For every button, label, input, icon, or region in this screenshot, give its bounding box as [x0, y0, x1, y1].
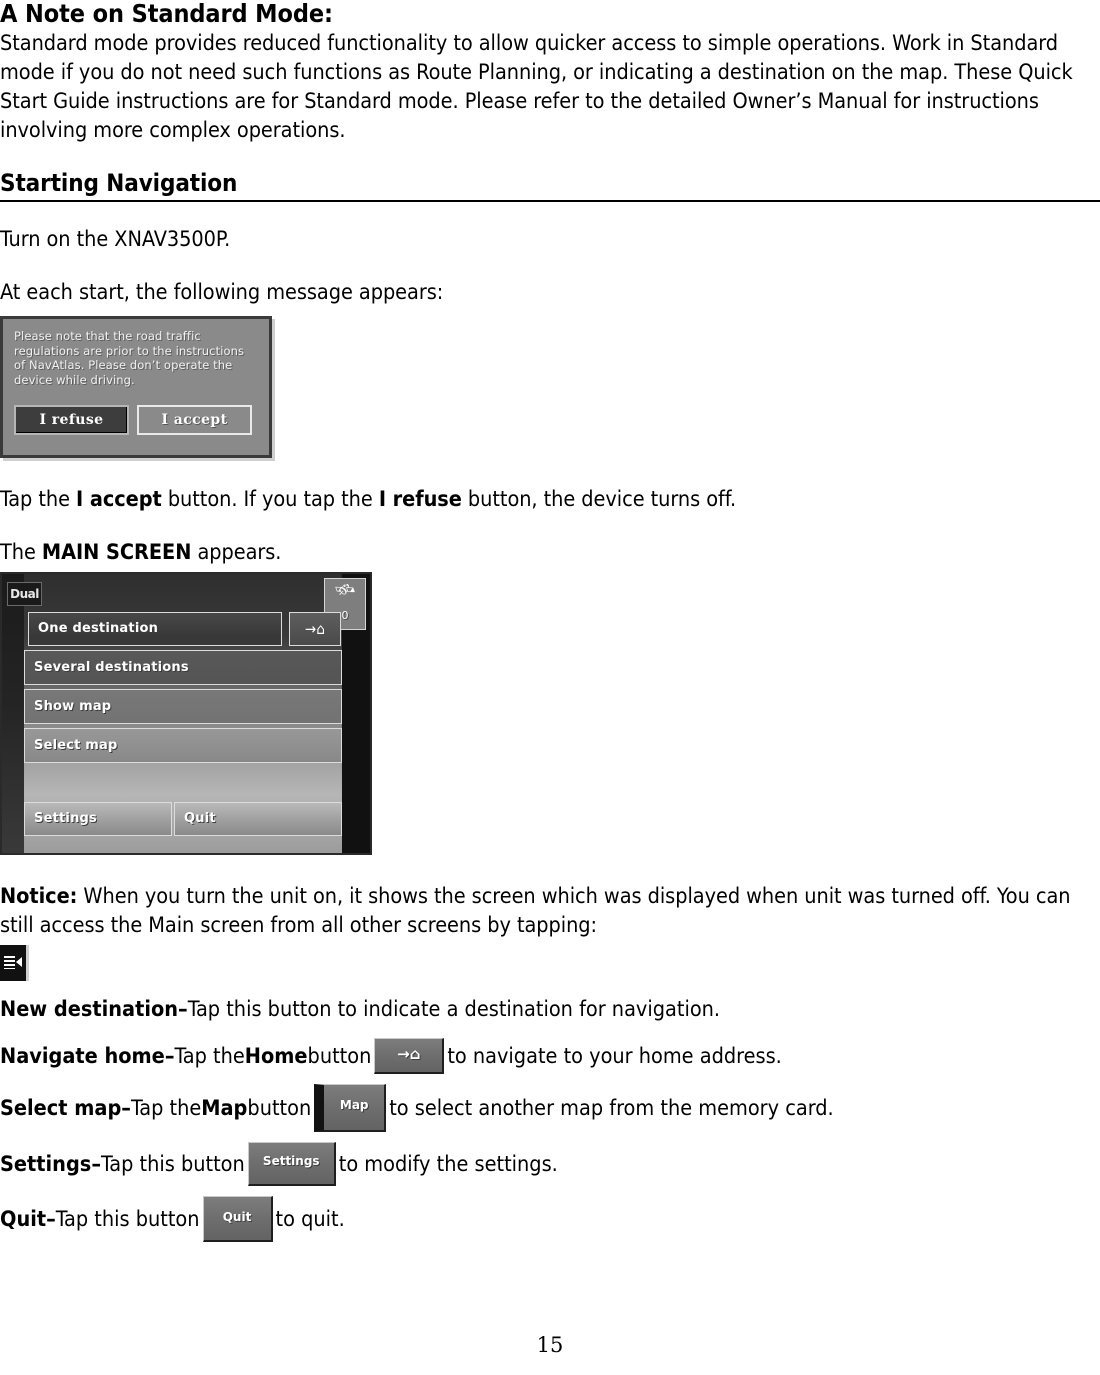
term-quit: Quit: [0, 1206, 47, 1232]
menu-item-one-destination[interactable]: One destination: [28, 611, 282, 646]
text-quit-after: to quit.: [275, 1206, 345, 1232]
menu-item-several-destinations[interactable]: Several destinations: [24, 649, 342, 685]
at-each-start-instruction: At each start, the following message app…: [0, 280, 444, 306]
inline-map-button[interactable]: Map: [314, 1084, 387, 1133]
main-menu-icon[interactable]: [0, 944, 29, 981]
description-navigate-home: Navigate home – Tap the Home button →⌂ t…: [0, 1038, 1100, 1075]
tap-accept-part1: Tap the: [0, 487, 77, 513]
inline-quit-button[interactable]: Quit: [202, 1196, 273, 1243]
arrow-to-home-icon: →⌂: [397, 1045, 421, 1064]
page-title: A Note on Standard Mode:: [0, 0, 333, 28]
dash-0: –: [178, 996, 188, 1022]
main-screen-emphasis: MAIN SCREEN: [41, 539, 192, 565]
text-settings-after: to modify the settings.: [338, 1151, 558, 1177]
text-select-map-mid: button: [247, 1095, 312, 1121]
text-new-destination: Tap this button to indicate a destinatio…: [187, 996, 721, 1022]
description-new-destination: New destination – Tap this button to ind…: [0, 997, 1100, 1023]
bold-home: Home: [244, 1043, 308, 1069]
section-heading-starting-navigation: Starting Navigation: [0, 169, 1100, 203]
dual-brand-logo: Dual: [7, 581, 42, 606]
i-refuse-button[interactable]: I refuse: [14, 405, 129, 436]
term-settings: Settings: [0, 1151, 92, 1177]
turn-on-instruction: Turn on the XNAV3500P.: [0, 227, 231, 253]
inline-home-button[interactable]: →⌂: [374, 1038, 445, 1075]
inline-settings-button[interactable]: Settings: [247, 1142, 336, 1187]
notice-label: Notice:: [0, 883, 78, 909]
disclaimer-dialog-message: Please note that the road traffic regula…: [14, 329, 245, 387]
menu-lines-glyph: [4, 955, 15, 969]
dash-3: –: [91, 1151, 101, 1177]
tap-accept-part3: button, the device turns off.: [461, 487, 737, 513]
notice-paragraph: Notice: When you turn the unit on, it sh…: [0, 883, 1100, 941]
text-navigate-home-before: Tap the: [174, 1043, 245, 1069]
description-settings: Settings – Tap this button Settings to m…: [0, 1142, 1100, 1187]
satellite-count: 0: [341, 608, 349, 622]
main-screen-left-bar: [2, 573, 24, 853]
satellite-icon: 🛰: [332, 576, 358, 602]
text-select-map-after: to select another map from the memory ca…: [389, 1095, 834, 1121]
bold-map: Map: [201, 1095, 248, 1121]
description-select-map: Select map – Tap the Map button Map to s…: [0, 1084, 1100, 1133]
i-refuse-emphasis: I refuse: [378, 487, 462, 513]
arrow-to-home-icon: →⌂: [305, 619, 325, 638]
main-screen-screenshot: Dual 🛰 0 One destination →⌂ Several dest…: [0, 571, 372, 855]
menu-item-quit[interactable]: Quit: [174, 801, 342, 836]
menu-item-show-map[interactable]: Show map: [24, 688, 342, 724]
standard-mode-paragraph: Standard mode provides reduced functiona…: [0, 31, 1073, 143]
text-navigate-home-mid: button: [307, 1043, 372, 1069]
i-accept-emphasis: I accept: [76, 487, 162, 513]
text-select-map-before: Tap the: [130, 1095, 202, 1121]
main-screen-part2: appears.: [191, 539, 282, 565]
text-navigate-home-after: to navigate to your home address.: [447, 1043, 782, 1069]
main-menu-icon-wrapper: [0, 944, 1100, 981]
main-screen-part1: The: [0, 539, 42, 565]
main-screen-appears-line: The MAIN SCREEN appears.: [0, 539, 1100, 568]
document-page: A Note on Standard Mode: Standard mode p…: [0, 0, 1100, 1375]
page-number: 15: [536, 1333, 564, 1357]
term-new-destination: New destination: [0, 996, 179, 1022]
tap-accept-part2: button. If you tap the: [161, 487, 379, 513]
term-navigate-home: Navigate home: [0, 1043, 165, 1069]
menu-item-select-map[interactable]: Select map: [24, 727, 342, 763]
tap-accept-instruction: Tap the I accept button. If you tap the …: [0, 486, 1100, 515]
text-settings-before: Tap this button: [100, 1151, 245, 1177]
dash-2: –: [121, 1095, 131, 1121]
term-select-map: Select map: [0, 1095, 122, 1121]
disclaimer-dialog-buttons: I refuse I accept: [14, 405, 252, 436]
dash-4: –: [46, 1206, 56, 1232]
text-quit-before: Tap this button: [55, 1206, 200, 1232]
i-accept-button[interactable]: I accept: [137, 405, 252, 436]
description-quit: Quit – Tap this button Quit to quit.: [0, 1196, 1100, 1243]
menu-item-settings[interactable]: Settings: [24, 801, 172, 836]
home-shortcut-button[interactable]: →⌂: [289, 611, 341, 646]
notice-text: When you turn the unit on, it shows the …: [0, 883, 1071, 938]
disclaimer-dialog-screenshot: Please note that the road traffic regula…: [0, 316, 272, 459]
left-triangle-glyph: [16, 956, 22, 967]
